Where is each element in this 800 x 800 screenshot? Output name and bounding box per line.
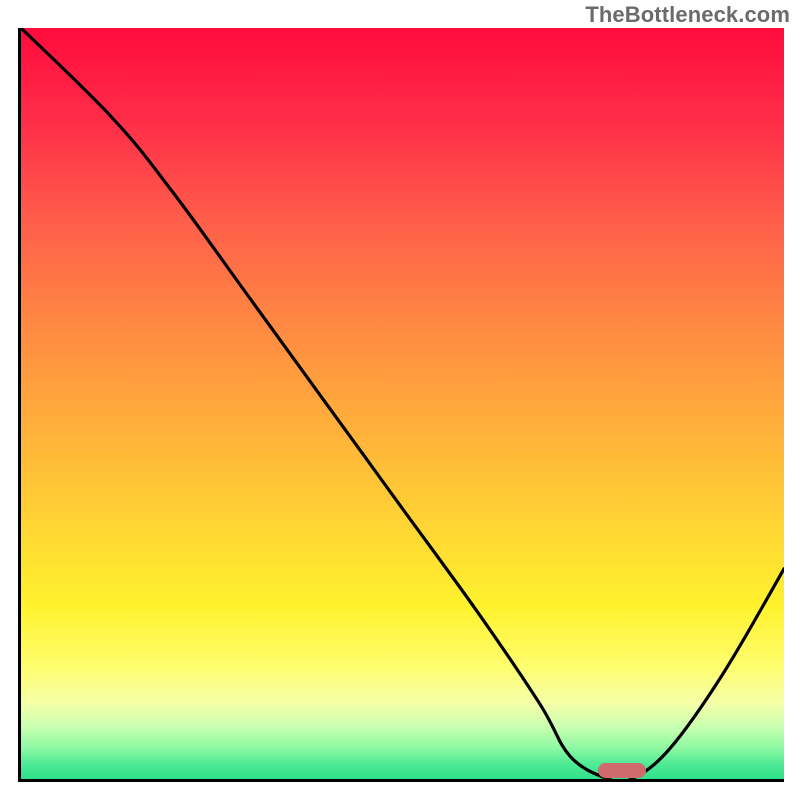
watermark-text: TheBottleneck.com: [585, 2, 790, 28]
plot-area: [18, 28, 784, 782]
chart-container: TheBottleneck.com: [0, 0, 800, 800]
bottleneck-curve: [21, 28, 784, 779]
optimal-zone-marker: [598, 763, 646, 778]
